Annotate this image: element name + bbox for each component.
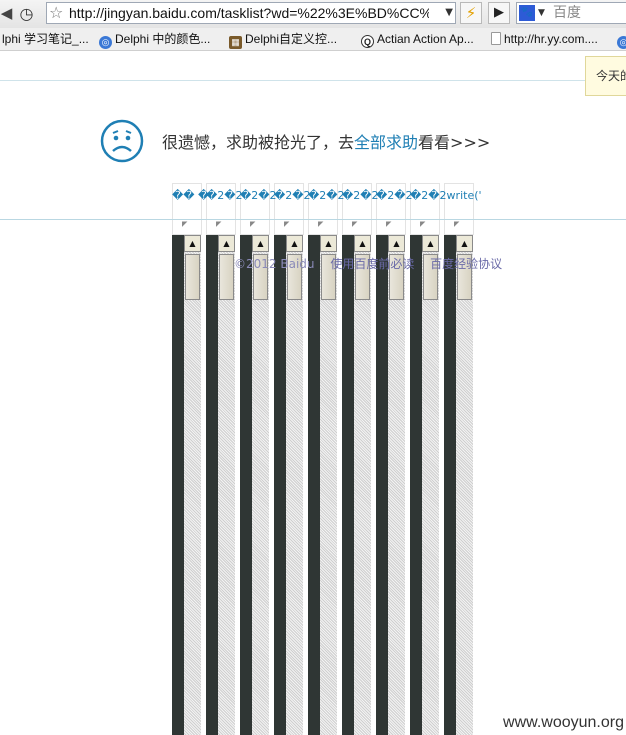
page-footer: ©2012 Baidu 使用百度前必读 百度经验协议 xyxy=(234,255,514,273)
iframe-column: ▲ xyxy=(240,235,270,735)
history-icon[interactable]: ◷ xyxy=(16,3,37,24)
search-input[interactable]: 百度 xyxy=(553,3,581,23)
url-text[interactable]: http://jingyan.baidu.com/tasklist?wd=%22… xyxy=(69,3,429,23)
scrollbar-track[interactable] xyxy=(252,235,269,735)
browser-toolbar: ◀ ◷ ☆ http://jingyan.baidu.com/tasklist?… xyxy=(0,0,626,29)
bolt-icon[interactable]: ⚡ xyxy=(460,2,482,24)
bookmark-favicon-icon: ◎ xyxy=(99,36,112,49)
bookmarks-bar: lphi 学习笔记_... ◎ Delphi 中的颜色... ▦ Delphi自定义… xyxy=(0,28,626,51)
broken-image-icon: ◤ xyxy=(352,220,358,228)
header-divider xyxy=(0,80,626,81)
iframe-column: ▲ xyxy=(410,235,440,735)
message-prefix: 很遗憾，求助被抢光了，去 xyxy=(162,133,355,152)
baidu-search-icon[interactable]: 🐾 xyxy=(519,5,535,21)
scrollbar-track[interactable] xyxy=(354,235,371,735)
garbled-text-row: �� � �2�2 �2�2 �2�2 �2�2 �2�2 �2�2 �2�2w… xyxy=(172,186,612,206)
scrollbar-thumb[interactable] xyxy=(185,254,200,300)
scrollbar-track[interactable] xyxy=(422,235,439,735)
copyright-text: ©2012 Baidu xyxy=(234,257,315,271)
bookmark-item[interactable]: ◎ xyxy=(617,28,626,50)
bookmark-label: Actian Action Ap... xyxy=(377,32,474,46)
broken-image-icon: ◤ xyxy=(250,220,256,228)
bookmark-item[interactable]: http://hr.yy.com.... xyxy=(491,28,598,50)
tooltip: 今天的 xyxy=(585,56,626,96)
iframe-column: ▲ xyxy=(376,235,406,735)
scroll-up-icon[interactable]: ▲ xyxy=(218,235,235,252)
iframe-column: ▲ xyxy=(444,235,474,735)
bookmark-label: http://hr.yy.com.... xyxy=(504,32,598,46)
garbled-label: �2�2 xyxy=(206,189,243,202)
broken-image-icon: ◤ xyxy=(284,220,290,228)
scrollbar-track[interactable] xyxy=(218,235,235,735)
dropdown-icon[interactable]: ▼ xyxy=(445,3,453,23)
broken-image-icon: ◤ xyxy=(386,220,392,228)
bookmark-favicon-icon: Q xyxy=(361,35,374,48)
broken-image-icon: ◤ xyxy=(454,220,460,228)
garbled-label: �2�2 xyxy=(240,189,277,202)
iframe-column: ▲ xyxy=(342,235,372,735)
play-icon[interactable]: ▶ xyxy=(488,2,510,24)
iframe-column: ▲ xyxy=(274,235,304,735)
scrollbar-track[interactable] xyxy=(320,235,337,735)
address-bar[interactable]: ☆ http://jingyan.baidu.com/tasklist?wd=%… xyxy=(46,2,456,24)
all-requests-link[interactable]: 全部求助 xyxy=(354,133,418,152)
bookmark-label: Delphi自定义控... xyxy=(245,32,338,46)
scroll-up-icon[interactable]: ▲ xyxy=(354,235,371,252)
scrollbar-track[interactable] xyxy=(184,235,201,735)
garbled-label: �2�2 xyxy=(342,189,379,202)
broken-image-icon: ◤ xyxy=(182,220,188,228)
scrollbar-track[interactable] xyxy=(456,235,473,735)
scroll-up-icon[interactable]: ▲ xyxy=(388,235,405,252)
search-bar[interactable]: 🐾 ▼ 百度 xyxy=(516,2,626,24)
scroll-up-icon[interactable]: ▲ xyxy=(286,235,303,252)
iframe-column: ▲ xyxy=(206,235,236,735)
search-engine-dropdown-icon[interactable]: ▼ xyxy=(538,3,545,23)
scroll-up-icon[interactable]: ▲ xyxy=(422,235,439,252)
message-suffix: 看看>>> xyxy=(418,133,491,152)
bookmark-label: Delphi 中的颜色... xyxy=(115,32,211,46)
scroll-up-icon[interactable]: ▲ xyxy=(320,235,337,252)
scroll-up-icon[interactable]: ▲ xyxy=(252,235,269,252)
iframe-column: ▲ xyxy=(172,235,202,735)
bookmark-item[interactable]: ◎ Delphi 中的颜色... xyxy=(99,28,210,50)
star-icon[interactable]: ☆ xyxy=(49,3,63,23)
scrollbar-track[interactable] xyxy=(286,235,303,735)
garbled-label: �2�2 xyxy=(376,189,413,202)
back-icon[interactable]: ◀ xyxy=(0,3,17,24)
broken-image-icon: ◤ xyxy=(420,220,426,228)
scroll-up-icon[interactable]: ▲ xyxy=(184,235,201,252)
sad-face-icon xyxy=(100,119,144,163)
garbled-label: �2�2write(' xyxy=(410,189,482,202)
footer-link[interactable]: 百度经验协议 xyxy=(430,257,502,271)
iframe-column: ▲ xyxy=(308,235,338,735)
scrollbar-thumb[interactable] xyxy=(219,254,234,300)
broken-image-icon: ◤ xyxy=(318,220,324,228)
empty-message: 很遗憾，求助被抢光了，去全部求助看看>>> xyxy=(162,131,490,155)
scrollbar-track[interactable] xyxy=(388,235,405,735)
bookmark-item[interactable]: lphi 学习笔记_... xyxy=(2,28,89,50)
garbled-label: �� xyxy=(172,189,195,202)
watermark: www.wooyun.org xyxy=(503,714,624,731)
broken-image-icon: ◤ xyxy=(216,220,222,228)
page-icon xyxy=(491,32,501,45)
bookmark-label: lphi 学习笔记_... xyxy=(2,32,89,46)
bookmark-item[interactable]: Q Actian Action Ap... xyxy=(361,28,474,50)
footer-link[interactable]: 使用百度前必读 xyxy=(330,257,414,271)
bookmark-favicon-icon: ◎ xyxy=(617,36,626,49)
content-divider xyxy=(0,219,626,220)
garbled-label: �2�2 xyxy=(274,189,311,202)
bookmark-item[interactable]: ▦ Delphi自定义控... xyxy=(229,28,337,50)
scroll-up-icon[interactable]: ▲ xyxy=(456,235,473,252)
bookmark-favicon-icon: ▦ xyxy=(229,36,242,49)
garbled-label: �2�2 xyxy=(308,189,345,202)
